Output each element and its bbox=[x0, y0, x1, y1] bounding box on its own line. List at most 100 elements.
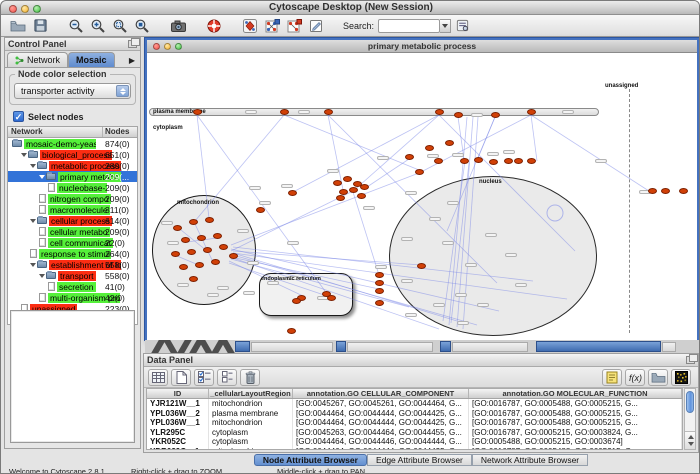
network-node[interactable] bbox=[405, 154, 414, 160]
tree-row-macromolecule[interactable]: macromolecule311(0) bbox=[8, 204, 137, 215]
network-window-title-bar[interactable]: primary metabolic process bbox=[147, 40, 697, 53]
select-nodes-tool-button[interactable] bbox=[261, 16, 283, 35]
network-node[interactable] bbox=[661, 188, 670, 194]
open-session-button[interactable] bbox=[7, 16, 29, 35]
table-row[interactable]: YDR039C__1mitochondrion[GO:0044464, GO:0… bbox=[147, 447, 682, 451]
zoom-selected-region-button[interactable] bbox=[109, 16, 131, 35]
background-window-fragment[interactable] bbox=[440, 341, 451, 352]
tree-row-multi-organism-pro[interactable]: multi-organism pro42(0) bbox=[8, 292, 137, 303]
tree-row-establishment-of-lo[interactable]: establishment of lo558(0) bbox=[8, 259, 137, 270]
network-node[interactable] bbox=[514, 158, 523, 164]
network-node[interactable] bbox=[648, 188, 657, 194]
snapshot-button[interactable] bbox=[167, 16, 189, 35]
network-node[interactable] bbox=[434, 158, 443, 164]
tree-row-cellular-metabo[interactable]: cellular metabo209(0) bbox=[8, 226, 137, 237]
expand-arrow-icon[interactable] bbox=[30, 164, 36, 168]
tree-col-nodes[interactable]: Nodes bbox=[103, 127, 137, 137]
expand-arrow-icon[interactable] bbox=[21, 153, 27, 157]
tree-row-cell-communicat[interactable]: cell communicat22(0) bbox=[8, 237, 137, 248]
matrix-view-button[interactable] bbox=[671, 369, 691, 386]
column-header-1[interactable]: _cellularLayoutRegion bbox=[209, 389, 293, 398]
network-node[interactable] bbox=[280, 109, 289, 115]
network-node[interactable] bbox=[197, 235, 206, 241]
column-header-2[interactable]: annotation.GO CELLULAR_COMPONENT bbox=[293, 389, 469, 398]
tab-node-attribute-browser[interactable]: Node Attribute Browser bbox=[254, 454, 367, 466]
table-row[interactable]: YJR121W__1mitochondrion[GO:0045267, GO:0… bbox=[147, 399, 682, 409]
network-node[interactable] bbox=[375, 280, 384, 286]
help-button[interactable] bbox=[203, 16, 225, 35]
table-row[interactable]: YLR295Ccytoplasm[GO:0045263, GO:0044464,… bbox=[147, 428, 682, 438]
scrollbar-thumb[interactable] bbox=[686, 391, 694, 413]
tree-row-primary-metabo[interactable]: primary metabo209(... bbox=[8, 171, 137, 182]
background-window-fragment[interactable] bbox=[336, 341, 346, 352]
search-dropdown-button[interactable] bbox=[440, 19, 451, 33]
network-node[interactable] bbox=[454, 112, 463, 118]
network-node[interactable] bbox=[173, 225, 182, 231]
network-node[interactable] bbox=[171, 251, 180, 257]
select-nodes-checkbox[interactable]: ✓ bbox=[13, 111, 24, 122]
network-node[interactable] bbox=[679, 188, 688, 194]
network-node[interactable] bbox=[491, 112, 500, 118]
network-node[interactable] bbox=[349, 187, 358, 193]
tree-row-biological-process[interactable]: biological_process651(0) bbox=[8, 149, 137, 160]
table-cell[interactable]: mitochondrion bbox=[209, 447, 293, 451]
search-input[interactable] bbox=[378, 19, 440, 33]
network-node[interactable] bbox=[460, 158, 469, 164]
table-row[interactable]: YPL036W__2plasma membrane[GO:0044464, GO… bbox=[147, 409, 682, 419]
tab-mosaic[interactable]: Mosaic bbox=[68, 52, 115, 67]
network-node[interactable] bbox=[292, 298, 301, 304]
node-color-attribute-select[interactable]: transporter activity bbox=[14, 83, 131, 99]
table-cell[interactable]: [GO:0044464, GO:0044444, GO:0044425, G..… bbox=[293, 418, 469, 428]
background-window-fragment[interactable] bbox=[251, 342, 333, 352]
tree-row-secretion[interactable]: secretion41(0) bbox=[8, 281, 137, 292]
save-session-button[interactable] bbox=[29, 16, 51, 35]
table-cell[interactable]: [GO:0005488, GO:0005215, GO:0003674] bbox=[469, 437, 682, 447]
table-row[interactable]: YKR052Ccytoplasm[GO:0044464, GO:0044446,… bbox=[147, 437, 682, 447]
network-node[interactable] bbox=[504, 158, 513, 164]
tree-row-metabolic-process[interactable]: metabolic process280(0) bbox=[8, 160, 137, 171]
network-node[interactable] bbox=[360, 184, 369, 190]
table-cell[interactable]: YDR039C__1 bbox=[147, 447, 209, 451]
tree-row-nitrogen-compo[interactable]: nitrogen compo209(0) bbox=[8, 193, 137, 204]
tab-overflow-button[interactable]: ▶ bbox=[126, 56, 138, 67]
network-canvas[interactable]: plasma membrane cytoplasm mitochondrion … bbox=[147, 53, 697, 340]
network-node[interactable] bbox=[425, 145, 434, 151]
network-node[interactable] bbox=[333, 180, 342, 186]
table-cell[interactable]: YPL036W__2 bbox=[147, 409, 209, 419]
background-window-fragment[interactable] bbox=[452, 342, 528, 352]
network-node[interactable] bbox=[324, 109, 333, 115]
table-cell[interactable]: [GO:0044464, GO:0044444, GO:0044425, G..… bbox=[293, 447, 469, 451]
network-node[interactable] bbox=[229, 253, 238, 259]
table-cell[interactable]: YKR052C bbox=[147, 437, 209, 447]
background-window-fragment[interactable] bbox=[235, 341, 250, 352]
annotation-tool-button[interactable] bbox=[305, 16, 327, 35]
scrollbar-arrows[interactable] bbox=[685, 431, 695, 449]
table-cell[interactable]: [GO:0045267, GO:0045261, GO:0044464, G..… bbox=[293, 399, 469, 409]
tab-edge-attribute-browser[interactable]: Edge Attribute Browser bbox=[367, 454, 472, 466]
network-node[interactable] bbox=[288, 190, 297, 196]
table-cell[interactable]: YLR295C bbox=[147, 428, 209, 438]
tree-row-mosaic-demo-yeast[interactable]: mosaic-demo-yeast874(0) bbox=[8, 138, 137, 149]
column-header-0[interactable]: ID bbox=[147, 389, 209, 398]
column-header-3[interactable]: annotation.GO MOLECULAR_FUNCTION bbox=[469, 389, 682, 398]
unselect-attributes-button[interactable] bbox=[217, 369, 237, 386]
expand-arrow-icon[interactable] bbox=[30, 263, 36, 267]
network-node[interactable] bbox=[435, 109, 444, 115]
tree-col-network[interactable]: Network bbox=[8, 127, 103, 137]
network-node[interactable] bbox=[203, 247, 212, 253]
table-cell[interactable]: [GO:0044464, GO:0044446, GO:0044444, G..… bbox=[293, 437, 469, 447]
network-node[interactable] bbox=[336, 195, 345, 201]
network-node[interactable] bbox=[179, 264, 188, 270]
tree-row-nucleobase-[interactable]: nucleobase-209(0) bbox=[8, 182, 137, 193]
table-cell[interactable]: [GO:0016787, GO:0005488, GO:0005215, G..… bbox=[469, 447, 682, 451]
network-node[interactable] bbox=[287, 328, 296, 334]
create-attribute-button[interactable] bbox=[171, 369, 191, 386]
table-cell[interactable]: [GO:0045263, GO:0044464, GO:0044455, G..… bbox=[293, 428, 469, 438]
network-node[interactable] bbox=[375, 288, 384, 294]
network-node[interactable] bbox=[211, 259, 220, 265]
table-cell[interactable]: YJR121W__1 bbox=[147, 399, 209, 409]
table-cell[interactable]: plasma membrane bbox=[209, 409, 293, 419]
vizmapper-button[interactable] bbox=[239, 16, 261, 35]
expand-arrow-icon[interactable] bbox=[30, 219, 36, 223]
tree-row-cellular-process[interactable]: cellular process614(0) bbox=[8, 215, 137, 226]
